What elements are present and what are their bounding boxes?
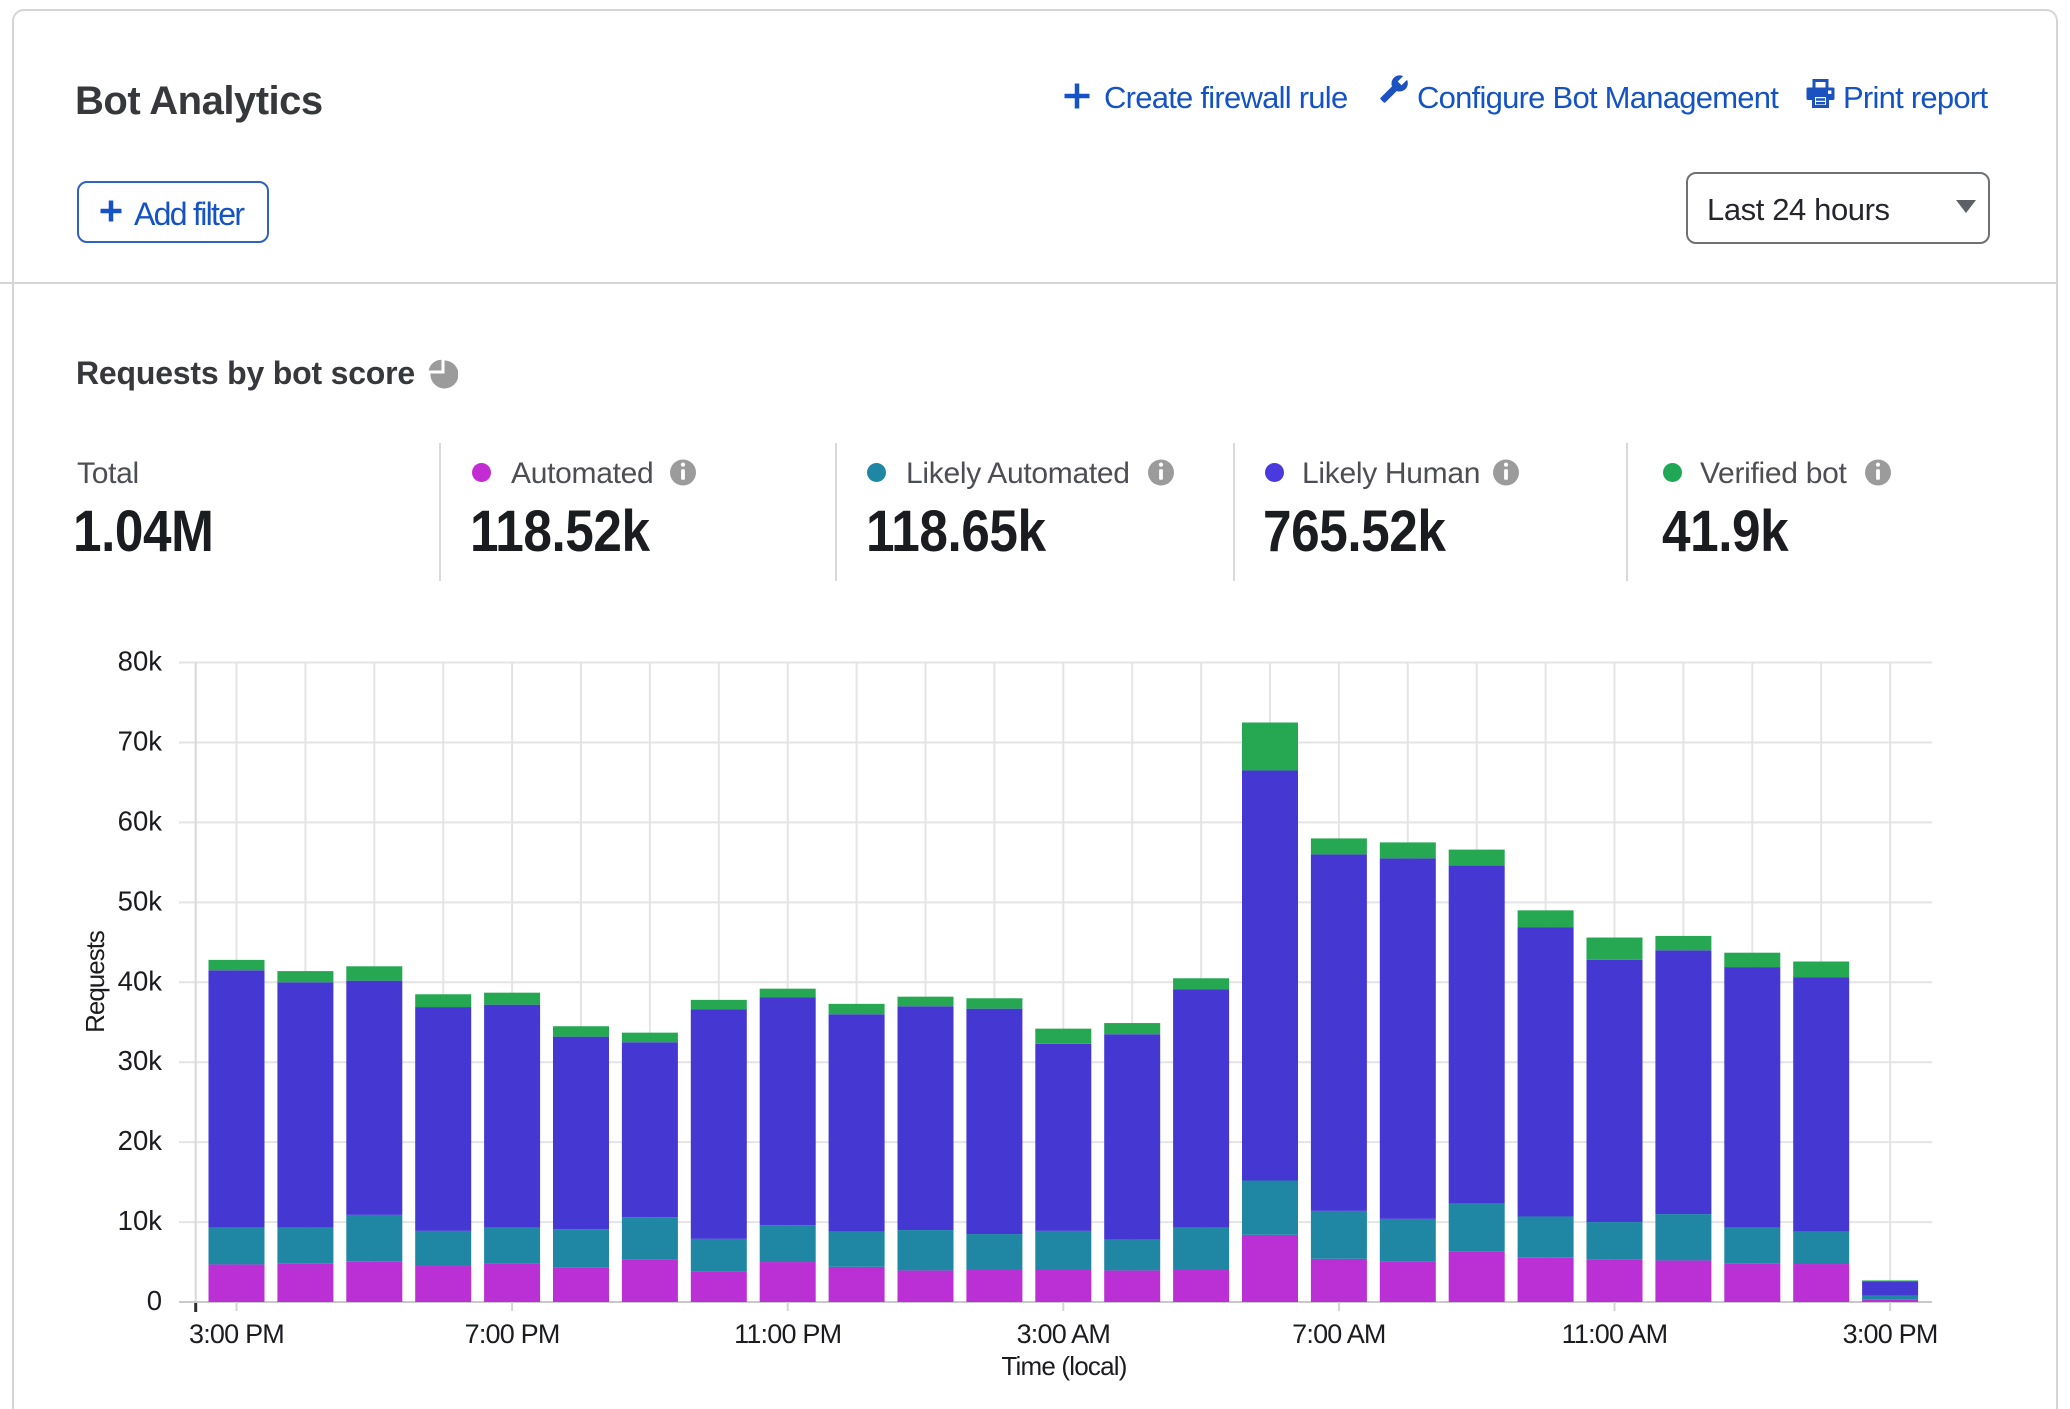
svg-text:70k: 70k <box>118 725 163 756</box>
svg-text:50k: 50k <box>118 885 163 916</box>
svg-text:80k: 80k <box>118 646 163 677</box>
svg-text:40k: 40k <box>118 965 163 996</box>
svg-text:3:00 AM: 3:00 AM <box>1017 1319 1110 1349</box>
svg-text:7:00 PM: 7:00 PM <box>465 1319 560 1349</box>
svg-text:60k: 60k <box>118 805 163 836</box>
svg-text:10k: 10k <box>118 1205 163 1236</box>
svg-text:Requests: Requests <box>80 930 110 1033</box>
svg-text:11:00 PM: 11:00 PM <box>734 1319 841 1349</box>
svg-text:3:00 PM: 3:00 PM <box>189 1319 284 1349</box>
svg-text:7:00 AM: 7:00 AM <box>1292 1319 1385 1349</box>
svg-text:30k: 30k <box>118 1045 163 1076</box>
svg-text:20k: 20k <box>118 1125 163 1156</box>
svg-text:11:00 AM: 11:00 AM <box>1562 1319 1668 1349</box>
svg-text:3:00 PM: 3:00 PM <box>1843 1319 1938 1349</box>
svg-text:Time (local): Time (local) <box>1001 1351 1126 1381</box>
svg-text:0: 0 <box>147 1285 162 1316</box>
